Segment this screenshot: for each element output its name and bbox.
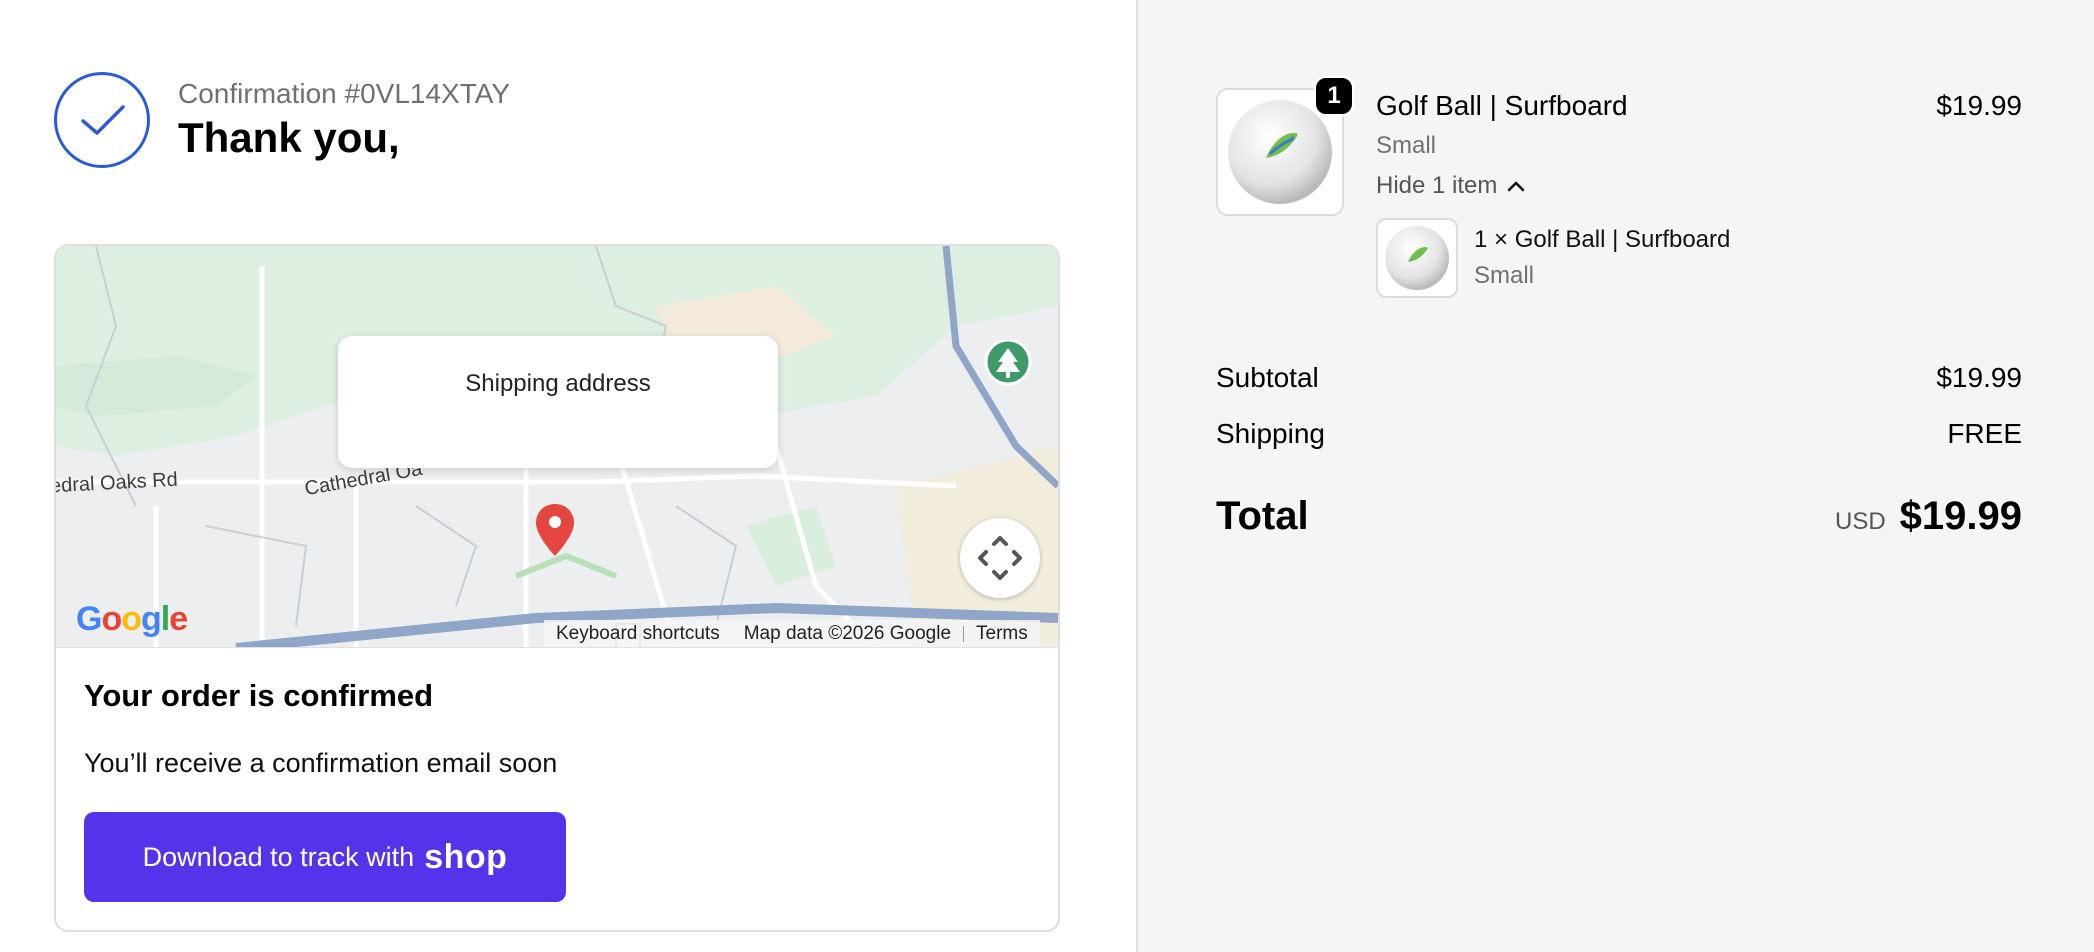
subtotal-value: $19.99: [1936, 362, 2022, 393]
order-status-card: edral Oaks Rd Cathedral Oa Shipping addr…: [54, 244, 1060, 932]
subtotal-label: Subtotal: [1216, 362, 1319, 393]
shipping-address-popup: Shipping address: [338, 336, 778, 468]
shop-brand-logo: shop: [424, 837, 508, 876]
shipping-value: FREE: [1947, 418, 2022, 449]
shipping-address-label: Shipping address: [465, 370, 651, 397]
shop-button-label: Download to track with: [142, 841, 415, 872]
subtotal-row: Subtotal $19.99: [1216, 362, 2022, 394]
total-label: Total: [1216, 494, 1309, 538]
quantity-badge: 1: [1314, 76, 1354, 116]
thank-you-heading: Thank you,: [178, 114, 400, 161]
shipping-map[interactable]: edral Oaks Rd Cathedral Oa Shipping addr…: [56, 246, 1058, 648]
product-variant: Small: [1376, 132, 1437, 159]
confirmation-number: Confirmation #0VL14XTAY: [178, 78, 511, 109]
total-value: $19.99: [1899, 494, 2022, 538]
order-confirmed-heading: Your order is confirmed: [84, 678, 434, 713]
google-logo: Google: [76, 600, 188, 638]
terms-link[interactable]: Terms: [964, 623, 1040, 645]
download-shop-app-button[interactable]: Download to track with shop: [84, 812, 566, 902]
total-row: Total USD $19.99: [1216, 494, 2022, 539]
map-data-credit: Map data ©2026 Google: [743, 623, 952, 644]
keyboard-shortcuts-link[interactable]: Keyboard shortcuts: [544, 623, 732, 645]
map-pin-icon[interactable]: [534, 502, 576, 558]
sub-item-thumbnail: [1376, 218, 1458, 298]
hide-items-label: Hide 1 item: [1376, 172, 1498, 199]
expand-arrows-icon: [978, 536, 1022, 580]
shipping-row: Shipping FREE: [1216, 418, 2022, 450]
golf-ball-image: [1385, 226, 1449, 290]
confirmation-email-message: You’ll receive a confirmation email soon: [84, 748, 558, 778]
map-attribution-bar: Keyboard shortcuts Map data ©2026 Google…: [544, 620, 1040, 647]
check-circle-icon: [54, 72, 150, 168]
total-amount: USD $19.99: [1835, 494, 2022, 539]
map-fullscreen-button[interactable]: [960, 518, 1040, 598]
product-name: Golf Ball | Surfboard: [1376, 90, 1628, 121]
chevron-up-icon: [1508, 181, 1525, 192]
park-tree-icon[interactable]: [984, 340, 1032, 396]
sub-item-name: 1 × Golf Ball | Surfboard: [1474, 226, 1731, 253]
order-summary-panel: 1 Golf Ball | Surfboard $19.99 Small Hid…: [1136, 0, 2094, 952]
sub-item-variant: Small: [1474, 262, 1535, 289]
hide-items-toggle[interactable]: Hide 1 item: [1376, 172, 1525, 200]
confirmation-panel: Confirmation #0VL14XTAY Thank you, edral…: [0, 0, 1136, 952]
product-price: $19.99: [1936, 90, 2022, 121]
total-currency: USD: [1834, 508, 1886, 535]
shipping-label: Shipping: [1216, 418, 1325, 449]
